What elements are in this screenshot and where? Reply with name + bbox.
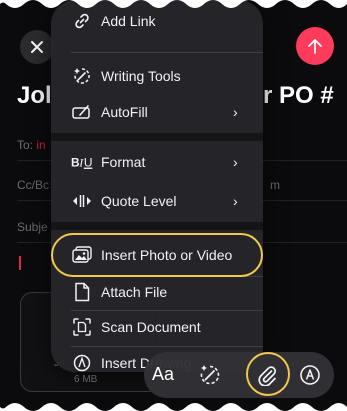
menu-item-insert-photo[interactable]: Insert Photo or Video (51, 240, 263, 270)
markup-button[interactable] (292, 357, 328, 393)
menu-divider (71, 52, 263, 53)
close-button[interactable] (20, 30, 54, 64)
text-format-button[interactable]: Aa (152, 364, 174, 385)
mail-compose-screen: Jol r PO # To: in Cc/Bc m Subje Jo 6 MB … (0, 0, 347, 411)
menu-item-autofill[interactable]: AutoFill › (51, 97, 263, 127)
format-biu-icon: B I U (71, 151, 93, 173)
menu-section-separator (51, 133, 263, 141)
markup-pen-icon (300, 365, 320, 385)
scan-icon (71, 316, 93, 338)
photo-icon (71, 244, 93, 266)
text-cursor (19, 256, 21, 270)
menu-item-label: Writing Tools (101, 68, 181, 84)
subject-label: Subje (17, 220, 48, 234)
link-icon (71, 10, 93, 32)
menu-item-label: Quote Level (101, 193, 177, 209)
subject-title-right: r PO # (263, 82, 334, 109)
menu-item-scan-document[interactable]: Scan Document (51, 312, 263, 342)
autofill-icon (71, 101, 93, 123)
chevron-right-icon: › (233, 193, 238, 209)
insert-menu: Add Link Writing Tools AutoFill › B I U … (51, 0, 263, 372)
menu-item-quote-level[interactable]: Quote Level › (51, 186, 263, 216)
to-label: To: (17, 138, 34, 152)
writing-tools-icon (200, 365, 220, 385)
svg-text:U: U (84, 156, 93, 170)
chevron-right-icon: › (233, 104, 238, 120)
document-icon (71, 281, 93, 303)
close-icon (31, 41, 43, 53)
cc-label: Cc/Bc (17, 178, 50, 192)
cc-tail-text: m (270, 178, 280, 192)
paperclip-icon (258, 366, 277, 386)
writing-tools-icon (71, 65, 93, 87)
menu-item-label: Attach File (101, 284, 168, 300)
menu-section-separator (51, 222, 263, 230)
menu-item-label: Add Link (101, 13, 156, 29)
menu-item-label: AutoFill (101, 104, 148, 120)
menu-item-writing-tools[interactable]: Writing Tools (51, 61, 263, 91)
menu-item-label: Insert Photo or Video (101, 247, 233, 263)
menu-divider (71, 346, 263, 347)
attachment-size: 6 MB (74, 374, 98, 385)
menu-item-attach-file[interactable]: Attach File (51, 277, 263, 307)
format-toolbar: Aa (144, 352, 334, 398)
wavy-bottom-edge (0, 403, 347, 411)
menu-divider (71, 310, 263, 311)
menu-item-label: Scan Document (101, 319, 201, 335)
subject-title-left: Jol (17, 82, 52, 109)
attachment-button[interactable] (249, 357, 285, 393)
menu-item-label: Format (101, 154, 146, 170)
wavy-top-edge (0, 0, 347, 8)
to-address: in (36, 138, 46, 152)
quote-level-icon (71, 190, 93, 212)
writing-tools-button[interactable] (192, 357, 228, 393)
send-button[interactable] (296, 27, 334, 65)
drawing-icon (71, 352, 93, 372)
arrow-up-icon (308, 39, 322, 54)
menu-item-format[interactable]: B I U Format › (51, 147, 263, 177)
chevron-right-icon: › (233, 154, 238, 170)
